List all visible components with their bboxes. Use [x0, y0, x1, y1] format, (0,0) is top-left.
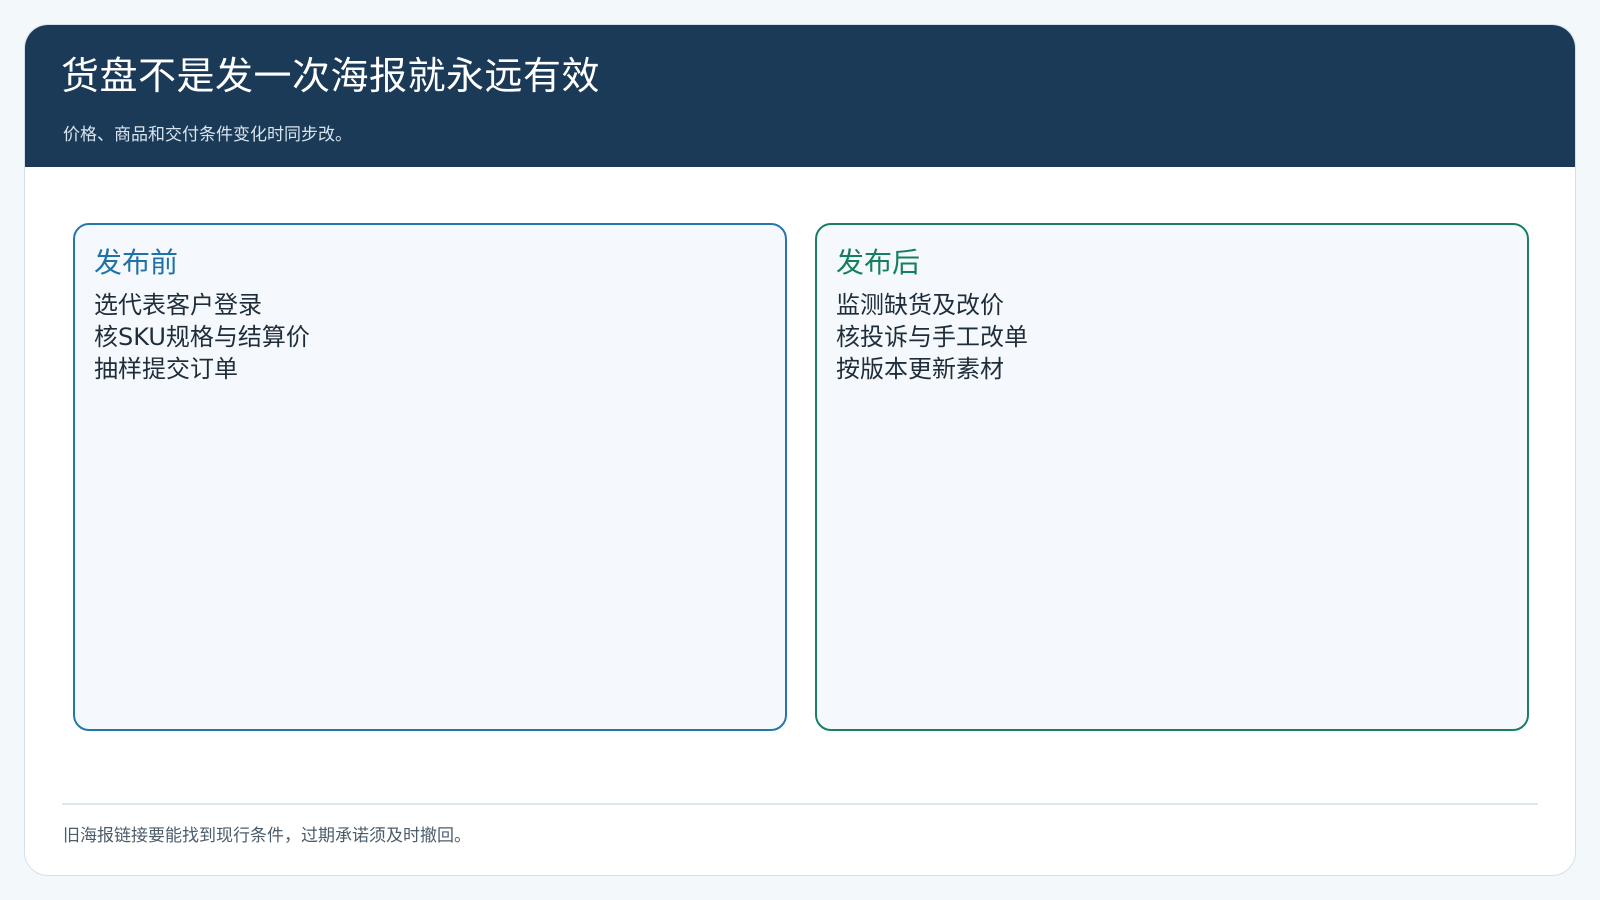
list-item: 核投诉与手工改单	[836, 323, 1028, 351]
checklist-after: 监测缺货及改价 核投诉与手工改单 按版本更新素材	[836, 289, 1028, 385]
panel-before-release: 发布前 选代表客户登录 核SKU规格与结算价 抽样提交订单	[73, 223, 787, 731]
header-banner: 货盘不是发一次海报就永远有效 价格、商品和交付条件变化时同步改。	[25, 25, 1575, 167]
list-item: 监测缺货及改价	[836, 291, 1004, 319]
panel-after-release: 发布后 监测缺货及改价 核投诉与手工改单 按版本更新素材	[815, 223, 1529, 731]
slide-card: 货盘不是发一次海报就永远有效 价格、商品和交付条件变化时同步改。 发布前 选代表…	[24, 24, 1576, 876]
list-item: 选代表客户登录	[94, 291, 262, 319]
page-subtitle: 价格、商品和交付条件变化时同步改。	[63, 125, 352, 145]
list-item: 抽样提交订单	[94, 355, 238, 383]
checklist-before: 选代表客户登录 核SKU规格与结算价 抽样提交订单	[94, 289, 310, 385]
footer-divider	[62, 803, 1538, 805]
panel-title-before: 发布前	[94, 246, 179, 279]
page-title: 货盘不是发一次海报就永远有效	[61, 54, 601, 98]
list-item: 核SKU规格与结算价	[94, 323, 310, 351]
list-item: 按版本更新素材	[836, 355, 1004, 383]
panel-title-after: 发布后	[836, 246, 921, 279]
footer-note: 旧海报链接要能找到现行条件，过期承诺须及时撤回。	[63, 826, 471, 846]
